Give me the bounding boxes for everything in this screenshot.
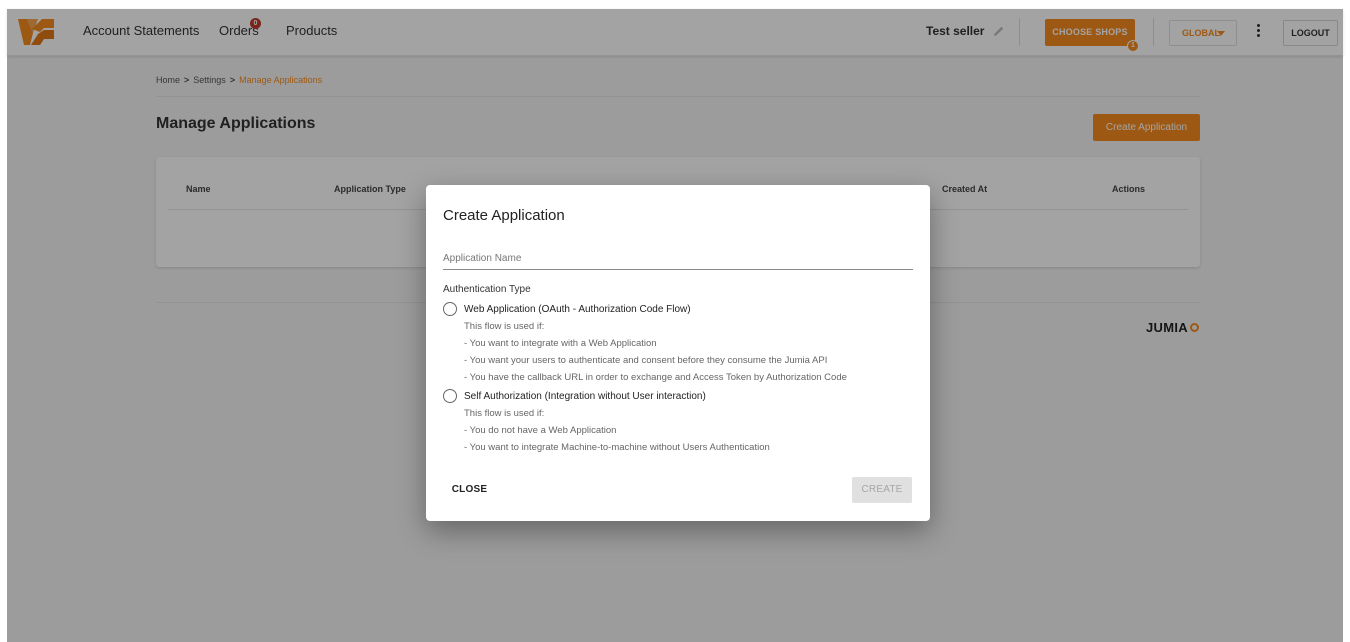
radio-web-application[interactable]: Web Application (OAuth - Authorization C… xyxy=(443,302,691,316)
self-authorization-description: This flow is used if: - You do not have … xyxy=(464,405,770,456)
dialog-title: Create Application xyxy=(443,207,565,224)
application-name-input[interactable] xyxy=(443,248,913,270)
description-line: This flow is used if: xyxy=(464,408,545,419)
description-line: - You want to integrate Machine-to-machi… xyxy=(464,442,770,453)
create-button[interactable]: CREATE xyxy=(852,477,912,503)
authentication-type-label: Authentication Type xyxy=(443,284,531,295)
radio-self-authorization[interactable]: Self Authorization (Integration without … xyxy=(443,389,706,403)
radio-self-authorization-label: Self Authorization (Integration without … xyxy=(464,390,706,402)
description-line: - You have the callback URL in order to … xyxy=(464,372,847,383)
radio-circle-icon[interactable] xyxy=(443,389,457,403)
radio-circle-icon[interactable] xyxy=(443,302,457,316)
description-line: - You do not have a Web Application xyxy=(464,425,617,436)
description-line: - You want your users to authenticate an… xyxy=(464,355,828,366)
description-line: - You want to integrate with a Web Appli… xyxy=(464,338,657,349)
web-application-description: This flow is used if: - You want to inte… xyxy=(464,318,847,386)
create-application-dialog: Create Application Authentication Type W… xyxy=(426,185,930,521)
description-line: This flow is used if: xyxy=(464,321,545,332)
close-button[interactable]: CLOSE xyxy=(443,478,496,502)
radio-web-application-label: Web Application (OAuth - Authorization C… xyxy=(464,303,691,315)
